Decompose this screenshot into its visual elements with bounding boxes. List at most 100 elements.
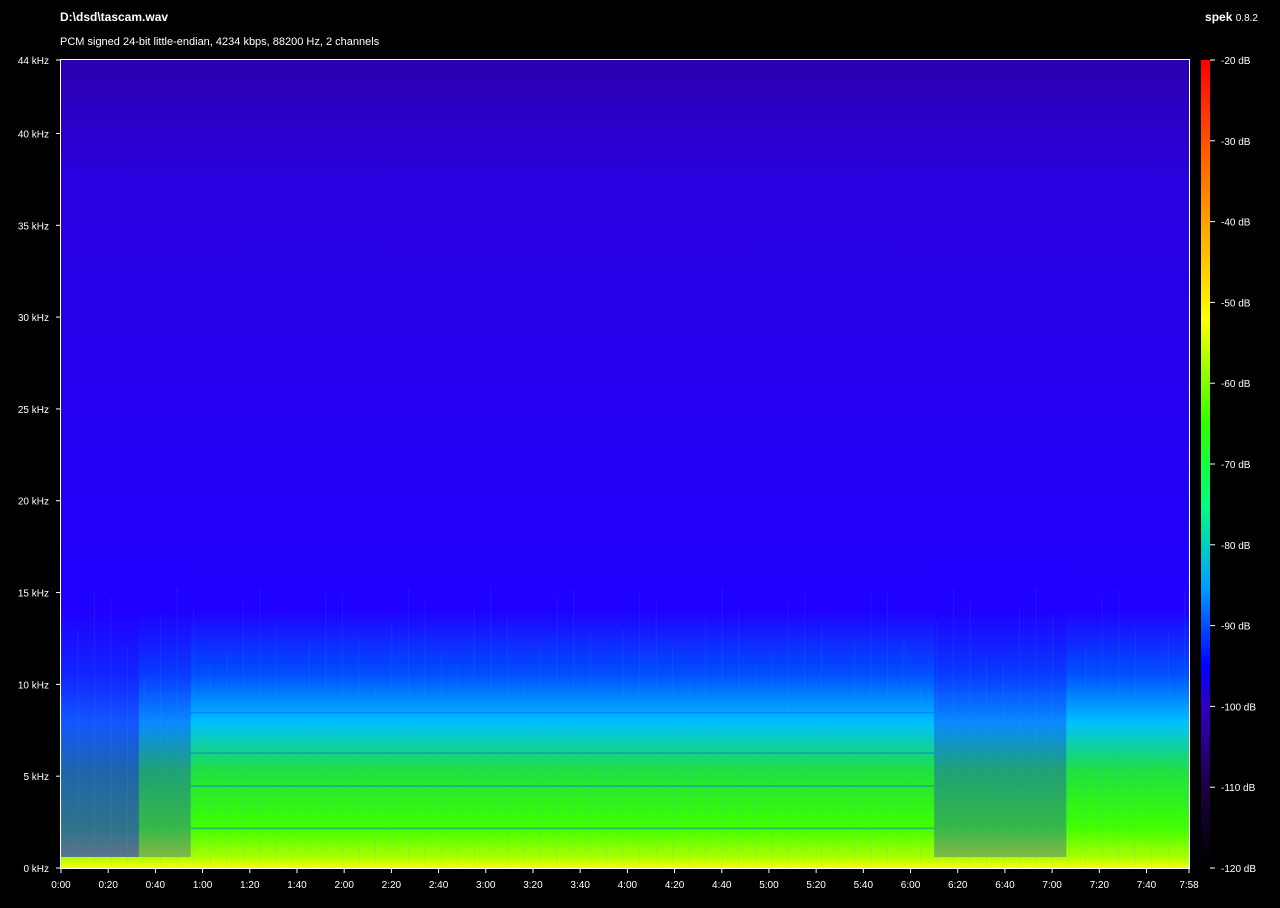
spectrogram-streak [721,587,723,868]
spectrogram-streak [325,593,327,868]
x-tick-label: 7:20 [1090,880,1110,891]
y-tick-label: 25 kHz [18,405,49,416]
x-tick-label: 3:20 [523,880,543,891]
x-tick-label: 4:40 [712,880,732,891]
spectrogram-streak [606,696,608,868]
colorbar-scale [1201,60,1210,868]
colorbar-tick-label: -120 dB [1221,864,1256,875]
colorbar-tick-label: -30 dB [1221,137,1251,148]
spectrogram-streak [110,596,112,868]
colorbar-tick-label: -50 dB [1221,298,1251,309]
spectrogram-band [190,662,935,664]
spectrogram-streak [160,613,162,868]
y-tick-label: 40 kHz [18,129,49,140]
spectrogram-streak [953,588,955,868]
spectrogram-streak [589,628,591,868]
spectrogram-streak [870,593,872,868]
x-tick-label: 1:40 [287,880,307,891]
spectrogram-streak [556,596,558,868]
spectrogram-streak [490,587,492,868]
spectrogram-streak [573,590,575,868]
x-tick-label: 5:20 [806,880,826,891]
spectrogram-streak [61,696,62,868]
spectrogram-streak [523,675,525,868]
y-tick-label: 15 kHz [18,589,49,600]
colorbar-tick-label: -100 dB [1221,702,1256,713]
x-axis: 0:00 0:20 0:40 1:00 1:20 1:40 2:00 2:20 2:40 3:00… [51,868,1199,891]
colorbar-tick-label: -80 dB [1221,541,1251,552]
spectrogram-streak [688,675,690,868]
x-tick-label: 7:00 [1042,880,1062,891]
spectrogram-streak [986,655,988,868]
x-tick-label: 3:40 [570,880,590,891]
spectrogram-band [190,711,935,714]
spectrogram-band [190,785,935,787]
spectrogram-streak [259,588,261,868]
colorbar-tick-label: -90 dB [1221,622,1251,633]
spectrogram-streak [1184,590,1186,868]
colorbar-tick-label: -60 dB [1221,379,1251,390]
x-tick-label: 7:40 [1137,880,1157,891]
y-tick-label: 35 kHz [18,221,49,232]
spectrogram-chart: 0:00 0:20 0:40 1:00 1:20 1:40 2:00 2:20 2:40 3:00… [18,56,1256,891]
spectrogram-streak [1002,665,1004,868]
spectrogram-streak [440,655,442,868]
y-tick-label: 0 kHz [23,864,49,875]
spectrogram-streak [1019,607,1021,868]
spectrogram-streak [275,620,277,868]
spectrogram-streak [622,628,624,868]
spectrogram-streak [1101,596,1103,868]
x-tick-label: 0:00 [51,880,71,891]
spectrogram-streak [127,646,129,868]
y-tick-label: 30 kHz [18,313,49,324]
spectrogram-streak [804,588,806,868]
spectrogram-streak [820,620,822,868]
spectrogram-streak [1085,646,1087,868]
colorbar-tick-label: -20 dB [1221,56,1251,67]
x-tick-label: 0:40 [146,880,166,891]
spectrogram-streak [457,665,459,868]
spectrogram-band [190,827,935,830]
spectrogram-streak [672,646,674,868]
spectrogram-streak [886,592,888,868]
spectrogram-streak [639,590,641,868]
spectrogram-streak [226,655,228,868]
spectrogram-streak [143,675,145,868]
spectrogram-streak [771,655,773,868]
spectrogram-band [190,752,935,754]
x-tick-label: 6:40 [995,880,1015,891]
spectrogram-streak [341,593,343,868]
x-tick-label: 7:58 [1179,880,1199,891]
spectrogram-streak [655,596,657,868]
x-tick-label: 5:00 [759,880,779,891]
spectrogram-streak [540,646,542,868]
spectrogram-streak [77,628,79,868]
y-tick-label: 10 kHz [18,680,49,691]
colorbar: -20 dB -30 dB -40 dB -50 dB -60 dB -70 dB -80 … [1201,56,1256,875]
colorbar-tick-label: -70 dB [1221,460,1251,471]
spectrogram-streak [94,590,96,868]
x-tick-label: 4:00 [618,880,638,891]
y-tick-label: 5 kHz [23,772,49,783]
y-tick-label: 20 kHz [18,497,49,508]
colorbar-tick-label: -40 dB [1221,218,1251,229]
spectrogram-streak [754,665,756,868]
spectrogram-streak [1167,628,1169,868]
colorbar-tick-label: -110 dB [1221,783,1256,794]
spectrogram-streak [209,665,211,868]
spectrogram-streak [507,613,509,868]
x-tick-label: 2:00 [334,880,354,891]
y-tick-label: 44 kHz [18,56,49,67]
y-axis: 0 kHz 5 kHz 10 kHz 15 kHz 20 kHz 25 kHz 30 kHz… [18,56,61,875]
x-tick-label: 4:20 [665,880,685,891]
spectrogram-streak [1052,613,1054,868]
spectrogram-band [190,642,935,644]
x-tick-label: 3:00 [476,880,496,891]
x-tick-label: 6:00 [901,880,921,891]
spectrogram-streak [1151,696,1153,868]
x-tick-label: 1:00 [193,880,213,891]
x-tick-label: 1:20 [240,880,260,891]
x-tick-label: 2:20 [382,880,402,891]
spectrogram-streak [1134,628,1136,868]
spectrogram-streak [1068,675,1070,868]
